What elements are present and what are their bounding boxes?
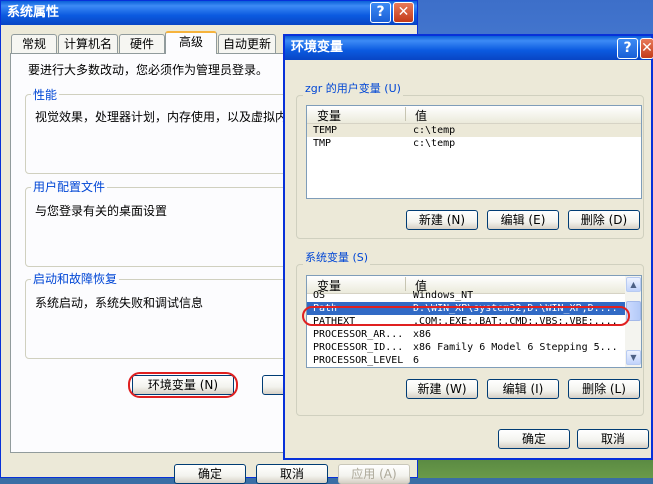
help-icon[interactable]: ? bbox=[617, 38, 638, 59]
scroll-down-icon[interactable]: ▼ bbox=[626, 350, 641, 365]
list-item[interactable]: TEMP c:\temp bbox=[307, 124, 641, 137]
admin-note: 要进行大多数改动，您必须作为管理员登录。 bbox=[28, 63, 269, 77]
close-icon[interactable]: ✕ bbox=[640, 38, 653, 59]
col-variable[interactable]: 变量 bbox=[317, 107, 341, 124]
sys-delete-button[interactable]: 删除 (L) bbox=[568, 379, 640, 399]
highlight-oval bbox=[128, 372, 238, 398]
user-profiles-legend: 用户配置文件 bbox=[31, 180, 108, 194]
tab-general[interactable]: 常规 bbox=[11, 34, 57, 54]
tab-auto-update[interactable]: 自动更新 bbox=[218, 34, 276, 54]
user-vars-header: 变量 值 bbox=[307, 106, 641, 124]
env-titlebar[interactable]: 环境变量 bbox=[285, 36, 651, 60]
list-item[interactable]: PROCESSOR_AR... x86 bbox=[307, 328, 641, 341]
tab-hardware[interactable]: 硬件 bbox=[119, 34, 165, 54]
close-icon[interactable]: ✕ bbox=[393, 2, 414, 23]
tab-advanced[interactable]: 高级 bbox=[165, 31, 217, 54]
performance-legend: 性能 bbox=[31, 88, 60, 102]
help-icon[interactable]: ? bbox=[370, 2, 391, 23]
ok-button[interactable]: 确定 bbox=[174, 464, 246, 484]
tab-computer-name[interactable]: 计算机名 bbox=[58, 34, 118, 54]
sysprops-titlebar[interactable]: 系统属性 bbox=[1, 1, 417, 25]
startup-recovery-desc: 系统启动，系统失败和调试信息 bbox=[35, 296, 204, 310]
user-delete-button[interactable]: 删除 (D) bbox=[568, 210, 640, 230]
env-title: 环境变量 bbox=[291, 40, 344, 55]
cancel-button[interactable]: 取消 bbox=[256, 464, 328, 484]
sysprops-title: 系统属性 bbox=[7, 5, 60, 20]
sys-new-button[interactable]: 新建 (W) bbox=[406, 379, 478, 399]
user-edit-button[interactable]: 编辑 (E) bbox=[487, 210, 559, 230]
list-item[interactable]: PROCESSOR_LEVEL 6 bbox=[307, 354, 641, 367]
list-item[interactable]: TMP c:\temp bbox=[307, 137, 641, 150]
env-ok-button[interactable]: 确定 bbox=[498, 429, 570, 449]
env-vars-dialog: 环境变量 ? ✕ zgr 的用户变量 (U) 变量 值 TEMP c:\temp… bbox=[283, 34, 653, 460]
user-new-button[interactable]: 新建 (N) bbox=[406, 210, 478, 230]
sys-edit-button[interactable]: 编辑 (I) bbox=[487, 379, 559, 399]
highlight-oval bbox=[302, 306, 630, 326]
env-cancel-button[interactable]: 取消 bbox=[577, 429, 649, 449]
user-profiles-desc: 与您登录有关的桌面设置 bbox=[35, 204, 168, 218]
performance-desc: 视觉效果，处理器计划，内存使用，以及虚拟内 bbox=[35, 110, 288, 124]
list-item[interactable]: PROCESSOR_ID... x86 Family 6 Model 6 Ste… bbox=[307, 341, 641, 354]
list-item[interactable]: OS Windows_NT bbox=[307, 289, 641, 302]
startup-recovery-legend: 启动和故障恢复 bbox=[31, 272, 120, 286]
user-vars-list[interactable]: 变量 值 TEMP c:\temp TMP c:\temp bbox=[306, 105, 642, 199]
col-divider[interactable] bbox=[405, 107, 406, 121]
scroll-up-icon[interactable]: ▲ bbox=[626, 277, 641, 292]
col-value[interactable]: 值 bbox=[415, 107, 427, 124]
sys-vars-legend: 系统变量 (S) bbox=[303, 251, 371, 265]
user-vars-legend: zgr 的用户变量 (U) bbox=[303, 82, 403, 96]
apply-button[interactable]: 应用 (A) bbox=[338, 464, 410, 484]
